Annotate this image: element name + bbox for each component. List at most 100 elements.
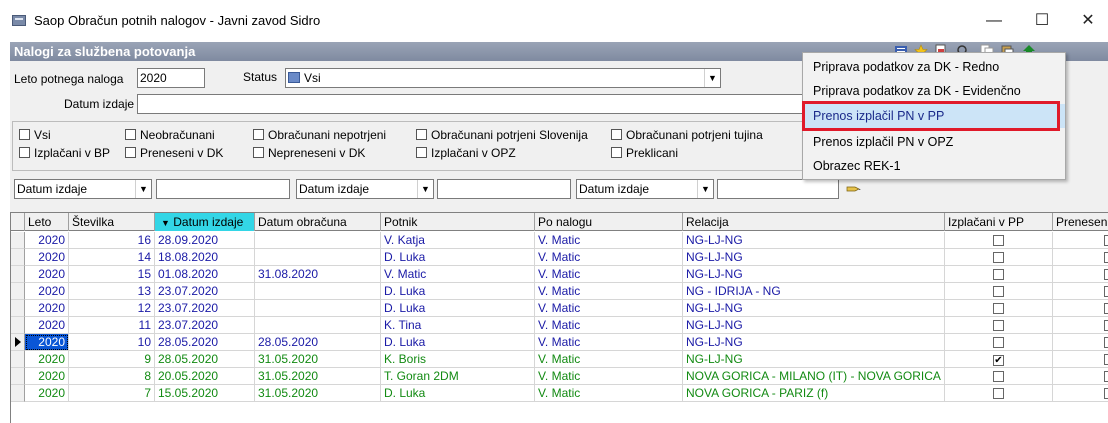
table-row[interactable]: 2020 12 23.07.2020 D. Luka V. Matic NG-LJ-NG (11, 300, 1108, 317)
checkbox-unchecked[interactable] (1104, 303, 1108, 314)
cell-relacija[interactable]: NOVA GORICA - PARIZ (f) (683, 385, 945, 402)
cell-leto[interactable]: 2020 (25, 368, 69, 385)
cell-stevilka[interactable]: 11 (69, 317, 155, 334)
checkbox-unchecked[interactable] (993, 252, 1004, 263)
cell-relacija[interactable]: NG-LJ-NG (683, 334, 945, 351)
checkbox-unchecked[interactable] (1104, 371, 1108, 382)
cell-po-nalogu[interactable]: V. Matic (535, 368, 683, 385)
cell-stevilka[interactable]: 15 (69, 266, 155, 283)
chevron-down-icon[interactable]: ▼ (417, 180, 433, 198)
checkbox-unchecked[interactable] (993, 303, 1004, 314)
checkbox-preneseni-dk[interactable]: Preneseni v DK (125, 146, 223, 160)
table-row[interactable]: 2020 13 23.07.2020 D. Luka V. Matic NG - IDRI… (11, 283, 1108, 300)
checkbox-izplacani-opz[interactable]: Izplačani v OPZ (416, 146, 516, 160)
checkbox-unchecked[interactable] (993, 388, 1004, 399)
cell-potnik[interactable]: V. Matic (381, 266, 535, 283)
cell-datum-obracuna[interactable] (255, 300, 381, 317)
cell-stevilka[interactable]: 13 (69, 283, 155, 300)
checkbox-unchecked[interactable] (993, 269, 1004, 280)
column-header-datum-izdaje[interactable]: ▼ Datum izdaje (155, 213, 255, 231)
cell-leto[interactable]: 2020 (25, 351, 69, 368)
checkbox-unchecked[interactable] (1104, 388, 1108, 399)
cell-datum-obracuna[interactable]: 31.05.2020 (255, 368, 381, 385)
column-header-leto[interactable]: Leto (25, 213, 69, 231)
cell-stevilka[interactable]: 12 (69, 300, 155, 317)
cell-potnik[interactable]: V. Katja (381, 232, 535, 249)
search-field-select-3[interactable]: Datum izdaje ▼ (576, 179, 714, 199)
cell-relacija[interactable]: NG - IDRIJA - NG (683, 283, 945, 300)
checkbox-neobracunani[interactable]: Neobračunani (125, 128, 215, 142)
cell-stevilka[interactable]: 14 (69, 249, 155, 266)
minimize-button[interactable]: — (974, 8, 1014, 34)
checkbox-checked[interactable]: ✔ (993, 355, 1004, 366)
row-indicator[interactable] (11, 351, 25, 368)
checkbox-unchecked[interactable] (1104, 252, 1108, 263)
cell-leto[interactable]: 2020 (25, 249, 69, 266)
cell-relacija[interactable]: NG-LJ-NG (683, 249, 945, 266)
checkbox-unchecked[interactable] (1104, 235, 1108, 246)
checkbox-unchecked[interactable] (993, 337, 1004, 348)
cell-po-nalogu[interactable]: V. Matic (535, 249, 683, 266)
cell-datum-izdaje[interactable]: 23.07.2020 (155, 317, 255, 334)
table-row[interactable]: 2020 10 28.05.2020 28.05.2020 D. Luka V. Mati… (11, 334, 1108, 351)
chevron-down-icon[interactable]: ▼ (704, 69, 720, 87)
checkbox-unchecked[interactable] (1104, 286, 1108, 297)
table-row[interactable]: 2020 11 23.07.2020 K. Tina V. Matic NG-LJ-NG (11, 317, 1108, 334)
cell-datum-izdaje[interactable]: 15.05.2020 (155, 385, 255, 402)
row-indicator[interactable] (11, 283, 25, 300)
cell-stevilka[interactable]: 8 (69, 368, 155, 385)
close-button[interactable]: ✕ (1068, 8, 1108, 34)
column-header-preneseni-dk[interactable]: Preneseni v DK (1053, 213, 1108, 231)
table-row[interactable]: 2020 9 28.05.2020 31.05.2020 K. Boris V. Mati… (11, 351, 1108, 368)
cell-datum-izdaje[interactable]: 01.08.2020 (155, 266, 255, 283)
checkbox-obracunani-potrjeni-tujina[interactable]: Obračunani potrjeni tujina (611, 128, 763, 142)
cell-datum-obracuna[interactable] (255, 317, 381, 334)
cell-leto[interactable]: 2020 (25, 283, 69, 300)
menu-item-dk-evidencno[interactable]: Priprava podatkov za DK - Evidenčno (803, 79, 1065, 103)
cell-potnik[interactable]: D. Luka (381, 249, 535, 266)
cell-datum-izdaje[interactable]: 18.08.2020 (155, 249, 255, 266)
checkbox-obracunani-nepotrjeni[interactable]: Obračunani nepotrjeni (253, 128, 386, 142)
cell-po-nalogu[interactable]: V. Matic (535, 385, 683, 402)
column-header-stevilka[interactable]: Številka (69, 213, 155, 231)
checkbox-unchecked[interactable] (1104, 354, 1108, 365)
cell-leto[interactable]: 2020 (25, 334, 69, 351)
cell-relacija[interactable]: NG-LJ-NG (683, 232, 945, 249)
chevron-down-icon[interactable]: ▼ (135, 180, 151, 198)
column-header-potnik[interactable]: Potnik (381, 213, 535, 231)
chevron-down-icon[interactable]: ▼ (697, 180, 713, 198)
cell-datum-obracuna[interactable]: 31.05.2020 (255, 385, 381, 402)
row-indicator[interactable] (11, 300, 25, 317)
cell-datum-obracuna[interactable]: 31.08.2020 (255, 266, 381, 283)
cell-datum-obracuna[interactable]: 31.05.2020 (255, 351, 381, 368)
year-input[interactable]: 2020 (137, 68, 205, 88)
checkbox-vsi[interactable]: Vsi (19, 128, 51, 142)
status-select[interactable]: Vsi ▼ (285, 68, 721, 88)
cell-datum-izdaje[interactable]: 28.09.2020 (155, 232, 255, 249)
cell-datum-obracuna[interactable] (255, 283, 381, 300)
cell-po-nalogu[interactable]: V. Matic (535, 232, 683, 249)
search-field-select-2[interactable]: Datum izdaje ▼ (296, 179, 434, 199)
cell-datum-izdaje[interactable]: 23.07.2020 (155, 283, 255, 300)
checkbox-izplacani-bp[interactable]: Izplačani v BP (19, 146, 110, 160)
cell-potnik[interactable]: D. Luka (381, 300, 535, 317)
cell-po-nalogu[interactable]: V. Matic (535, 351, 683, 368)
cell-po-nalogu[interactable]: V. Matic (535, 317, 683, 334)
menu-item-rek1[interactable]: Obrazec REK-1 (803, 154, 1065, 178)
maximize-button[interactable]: ☐ (1022, 8, 1062, 34)
cell-leto[interactable]: 2020 (25, 300, 69, 317)
checkbox-unchecked[interactable] (1104, 320, 1108, 331)
cell-leto[interactable]: 2020 (25, 232, 69, 249)
cell-relacija[interactable]: NG-LJ-NG (683, 351, 945, 368)
cell-datum-izdaje[interactable]: 28.05.2020 (155, 351, 255, 368)
search-input-1[interactable] (156, 179, 290, 199)
current-row-indicator[interactable] (11, 334, 25, 351)
table-row[interactable]: 2020 16 28.09.2020 V. Katja V. Matic NG-LJ-NG (11, 232, 1108, 249)
cell-po-nalogu[interactable]: V. Matic (535, 300, 683, 317)
menu-item-dk-redno[interactable]: Priprava podatkov za DK - Redno (803, 55, 1065, 79)
cell-leto[interactable]: 2020 (25, 317, 69, 334)
column-header-izplacani-pp[interactable]: Izplačani v PP (945, 213, 1053, 231)
search-input-3[interactable] (717, 179, 839, 199)
cell-stevilka[interactable]: 10 (69, 334, 155, 351)
cell-stevilka[interactable]: 7 (69, 385, 155, 402)
